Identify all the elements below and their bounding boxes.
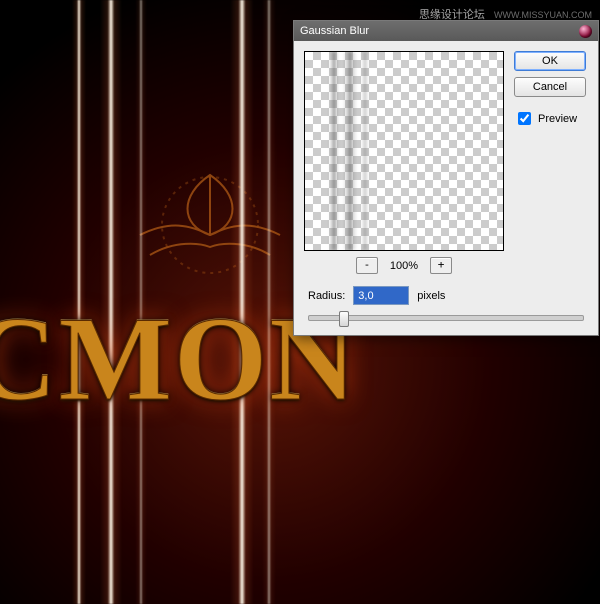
zoom-out-button[interactable]: - xyxy=(356,257,378,274)
gaussian-blur-dialog: Gaussian Blur - 100% + xyxy=(293,20,599,336)
titlebar-orb-icon xyxy=(579,25,592,38)
minus-icon: - xyxy=(364,258,371,271)
radius-label: Radius: xyxy=(308,290,345,302)
cancel-button[interactable]: Cancel xyxy=(514,77,586,97)
radius-input[interactable] xyxy=(353,286,409,305)
dialog-titlebar[interactable]: Gaussian Blur xyxy=(294,21,598,41)
preview-checkbox-group[interactable]: Preview xyxy=(514,109,586,128)
watermark-sub: WWW.MISSYUAN.COM xyxy=(494,10,592,20)
preview-content xyxy=(305,52,503,250)
filter-preview[interactable] xyxy=(304,51,504,251)
photoshop-canvas: CMON 思缘设计论坛 WWW.MISSYUAN.COM Gaussian Bl… xyxy=(0,0,600,604)
dialog-title: Gaussian Blur xyxy=(300,21,369,41)
ok-button[interactable]: OK xyxy=(514,51,586,71)
radius-unit: pixels xyxy=(417,290,445,302)
zoom-in-button[interactable]: + xyxy=(430,257,452,274)
radius-slider-thumb[interactable] xyxy=(339,311,349,327)
preview-checkbox[interactable] xyxy=(518,112,531,125)
radius-slider[interactable] xyxy=(308,315,584,321)
plus-icon: + xyxy=(438,258,445,271)
zoom-level: 100% xyxy=(390,260,418,272)
preview-checkbox-label: Preview xyxy=(538,113,577,125)
